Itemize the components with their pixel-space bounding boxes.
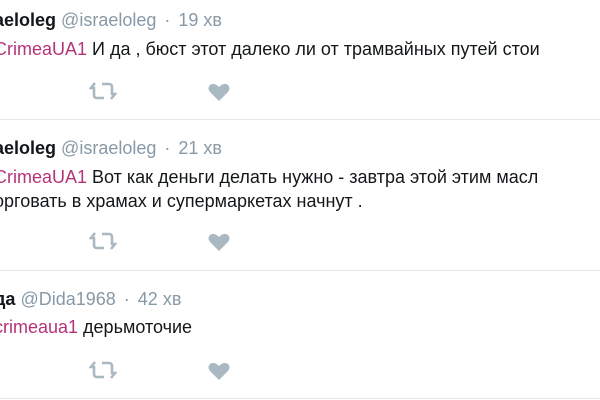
tweet-timestamp[interactable]: 21 хв xyxy=(178,138,222,158)
tweet-text-line: CrimeaUA1 И да , бюст этот далеко ли от … xyxy=(0,38,540,60)
tweet-actions xyxy=(0,230,600,260)
tweet-text: Вот как деньги делать нужно - завтра это… xyxy=(87,167,539,187)
tweet-header: aeloleg @israeloleg · 19 хв xyxy=(0,9,222,31)
mention-link[interactable]: crimeaua1 xyxy=(0,317,78,337)
tweet-timestamp[interactable]: 42 хв xyxy=(138,289,182,309)
retweet-icon[interactable] xyxy=(89,359,117,381)
tweet-timestamp[interactable]: 19 хв xyxy=(178,10,222,30)
tweet-header: да @Dida1968 · 42 хв xyxy=(0,288,181,310)
heart-icon[interactable] xyxy=(207,360,231,382)
tweet-text-continuation: орговать в храмах и супермаркетах начнут… xyxy=(0,190,363,212)
mention-link[interactable]: CrimeaUA1 xyxy=(0,39,87,59)
author-handle[interactable]: @Dida1968 xyxy=(20,289,115,309)
tweet-actions xyxy=(0,80,600,110)
tweet-text: орговать в храмах и супермаркетах начнут… xyxy=(0,191,363,211)
author-handle[interactable]: @israeloleg xyxy=(61,10,156,30)
tweet-text-line: crimeaua1 дерьмоточие xyxy=(0,316,192,338)
retweet-icon[interactable] xyxy=(89,80,117,102)
tweet: да @Dida1968 · 42 хв crimeaua1 дерьмоточие xyxy=(0,271,600,400)
separator-dot: · xyxy=(164,138,171,158)
tweet-divider xyxy=(0,398,600,399)
retweet-icon[interactable] xyxy=(89,230,117,252)
author-handle[interactable]: @israeloleg xyxy=(61,138,156,158)
separator-dot: · xyxy=(164,10,171,30)
tweet-actions xyxy=(0,359,600,389)
mention-link[interactable]: CrimeaUA1 xyxy=(0,167,87,187)
tweet-text-line: CrimeaUA1 Вот как деньги делать нужно - … xyxy=(0,166,538,188)
author-name[interactable]: да xyxy=(0,289,15,309)
tweet: aeloleg @israeloleg · 19 хв CrimeaUA1 И да… xyxy=(0,0,600,120)
author-name[interactable]: aeloleg xyxy=(0,10,56,30)
heart-icon[interactable] xyxy=(207,81,231,103)
heart-icon[interactable] xyxy=(207,231,231,253)
tweet-text: И да , бюст этот далеко ли от трамвайных… xyxy=(87,39,540,59)
author-name[interactable]: aeloleg xyxy=(0,138,56,158)
tweet-header: aeloleg @israeloleg · 21 хв xyxy=(0,137,222,159)
tweet-text: дерьмоточие xyxy=(78,317,193,337)
separator-dot: · xyxy=(123,289,130,309)
tweet: aeloleg @israeloleg · 21 хв CrimeaUA1 Вот … xyxy=(0,120,600,270)
